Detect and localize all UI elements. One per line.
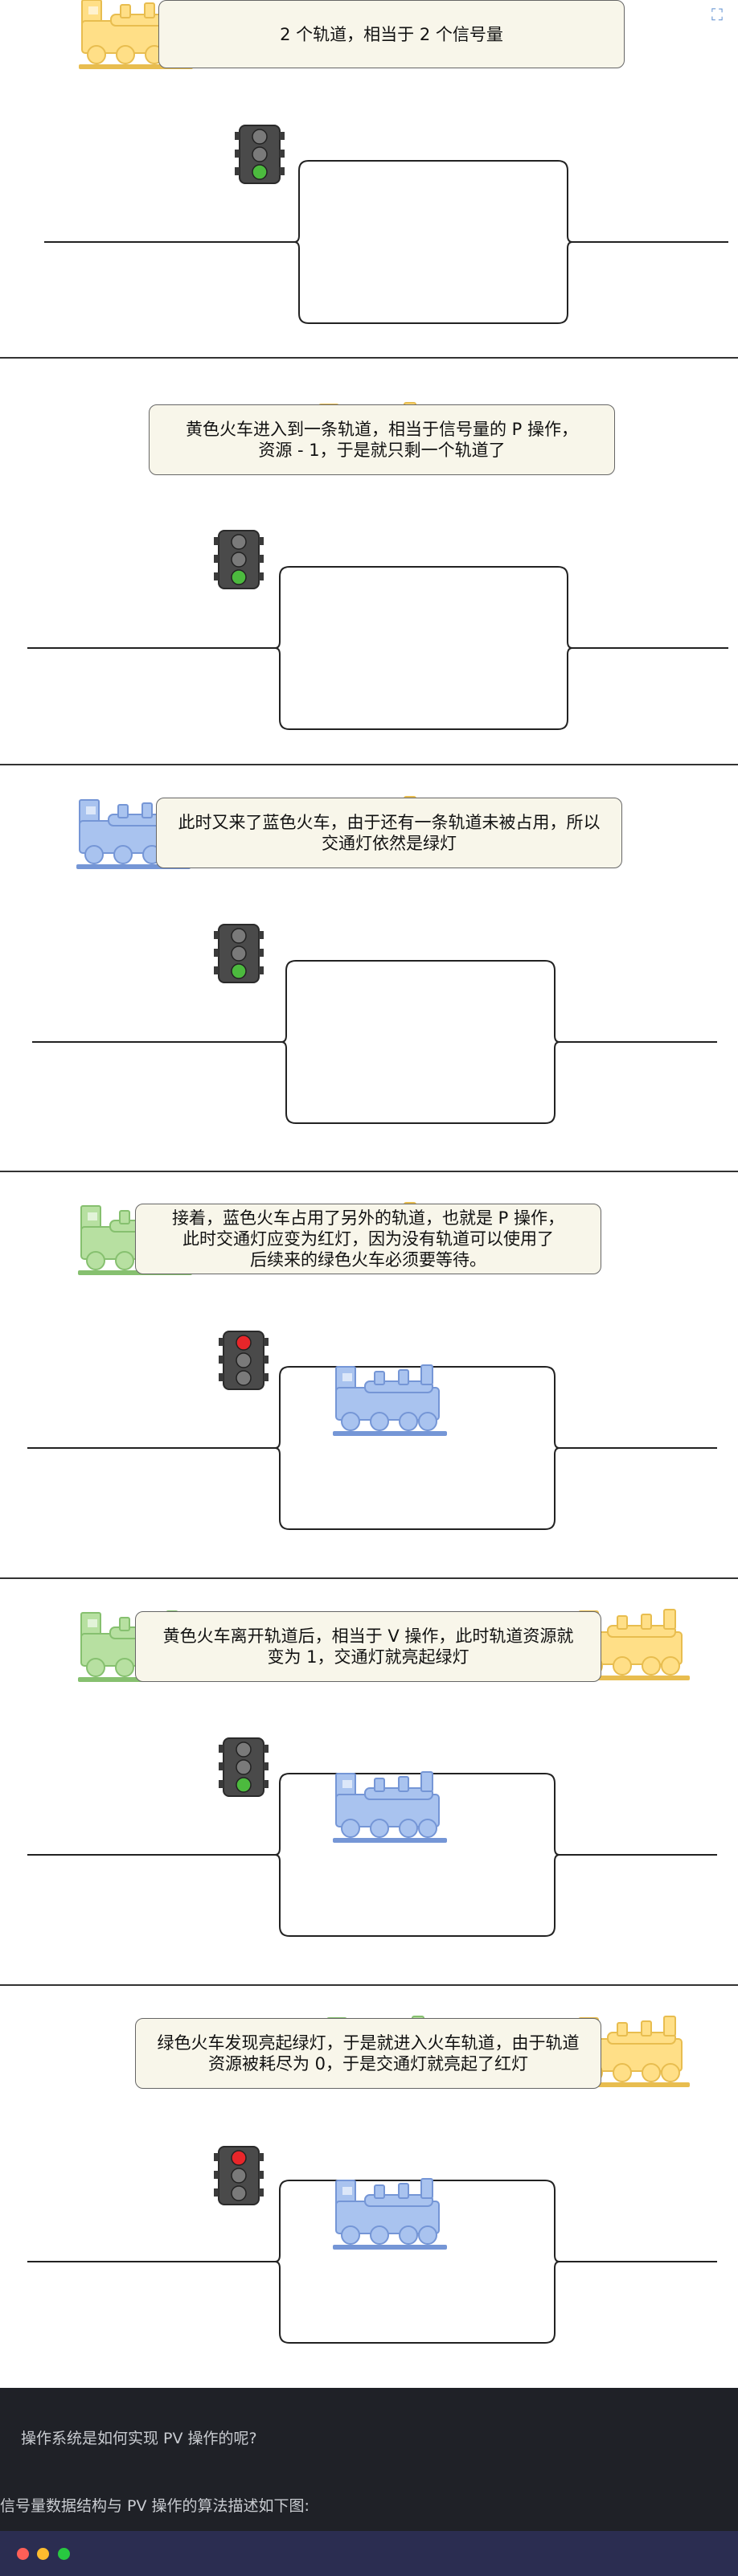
track-2 bbox=[27, 566, 728, 730]
panel-divider bbox=[0, 1171, 738, 1172]
panel-caption-3: 此时又来了蓝色火车，由于还有一条轨道未被占用，所以 交通灯依然是绿灯 bbox=[156, 798, 622, 868]
panel-caption-6: 绿色火车发现亮起绿灯，于是就进入火车轨道，由于轨道 资源被耗尽为 0，于是交通灯… bbox=[135, 2018, 601, 2089]
panel-caption-5: 黄色火车离开轨道后，相当于 V 操作，此时轨道资源就 变为 1，交通灯就亮起绿灯 bbox=[135, 1611, 601, 1682]
window-controls-bar bbox=[0, 2531, 738, 2576]
panel-caption-4: 接着，蓝色火车占用了另外的轨道，也就是 P 操作， 此时交通灯应变为红灯，因为没… bbox=[135, 1204, 601, 1274]
traffic-light-2 bbox=[214, 530, 264, 589]
panel-divider bbox=[0, 764, 738, 765]
question-text: 操作系统是如何实现 PV 操作的呢? bbox=[21, 2430, 257, 2447]
train-blue-6 bbox=[333, 2178, 447, 2250]
traffic-light-1 bbox=[235, 125, 285, 184]
traffic-light-6 bbox=[214, 2146, 264, 2205]
traffic-light-5 bbox=[219, 1737, 269, 1797]
panel-caption-1: 2 个轨道，相当于 2 个信号量 bbox=[158, 0, 625, 68]
description-text: 信号量数据结构与 PV 操作的算法描述如下图: bbox=[0, 2497, 310, 2515]
train-blue-4 bbox=[333, 1364, 447, 1436]
panel-caption-2: 黄色火车进入到一条轨道，相当于信号量的 P 操作， 资源 - 1，于是就只剩一个… bbox=[149, 404, 615, 475]
traffic-light-3 bbox=[214, 924, 264, 983]
zoom-dot[interactable] bbox=[58, 2548, 70, 2560]
expand-icon[interactable]: ⛶ bbox=[706, 3, 728, 26]
close-dot[interactable] bbox=[17, 2548, 29, 2560]
panel-divider bbox=[0, 1984, 738, 1986]
train-blue-5 bbox=[333, 1771, 447, 1843]
minimize-dot[interactable] bbox=[37, 2548, 49, 2560]
track-1 bbox=[44, 160, 728, 324]
panel-divider bbox=[0, 1577, 738, 1579]
panel-divider bbox=[0, 357, 738, 359]
track-3 bbox=[32, 960, 717, 1124]
traffic-light-4 bbox=[219, 1331, 269, 1390]
